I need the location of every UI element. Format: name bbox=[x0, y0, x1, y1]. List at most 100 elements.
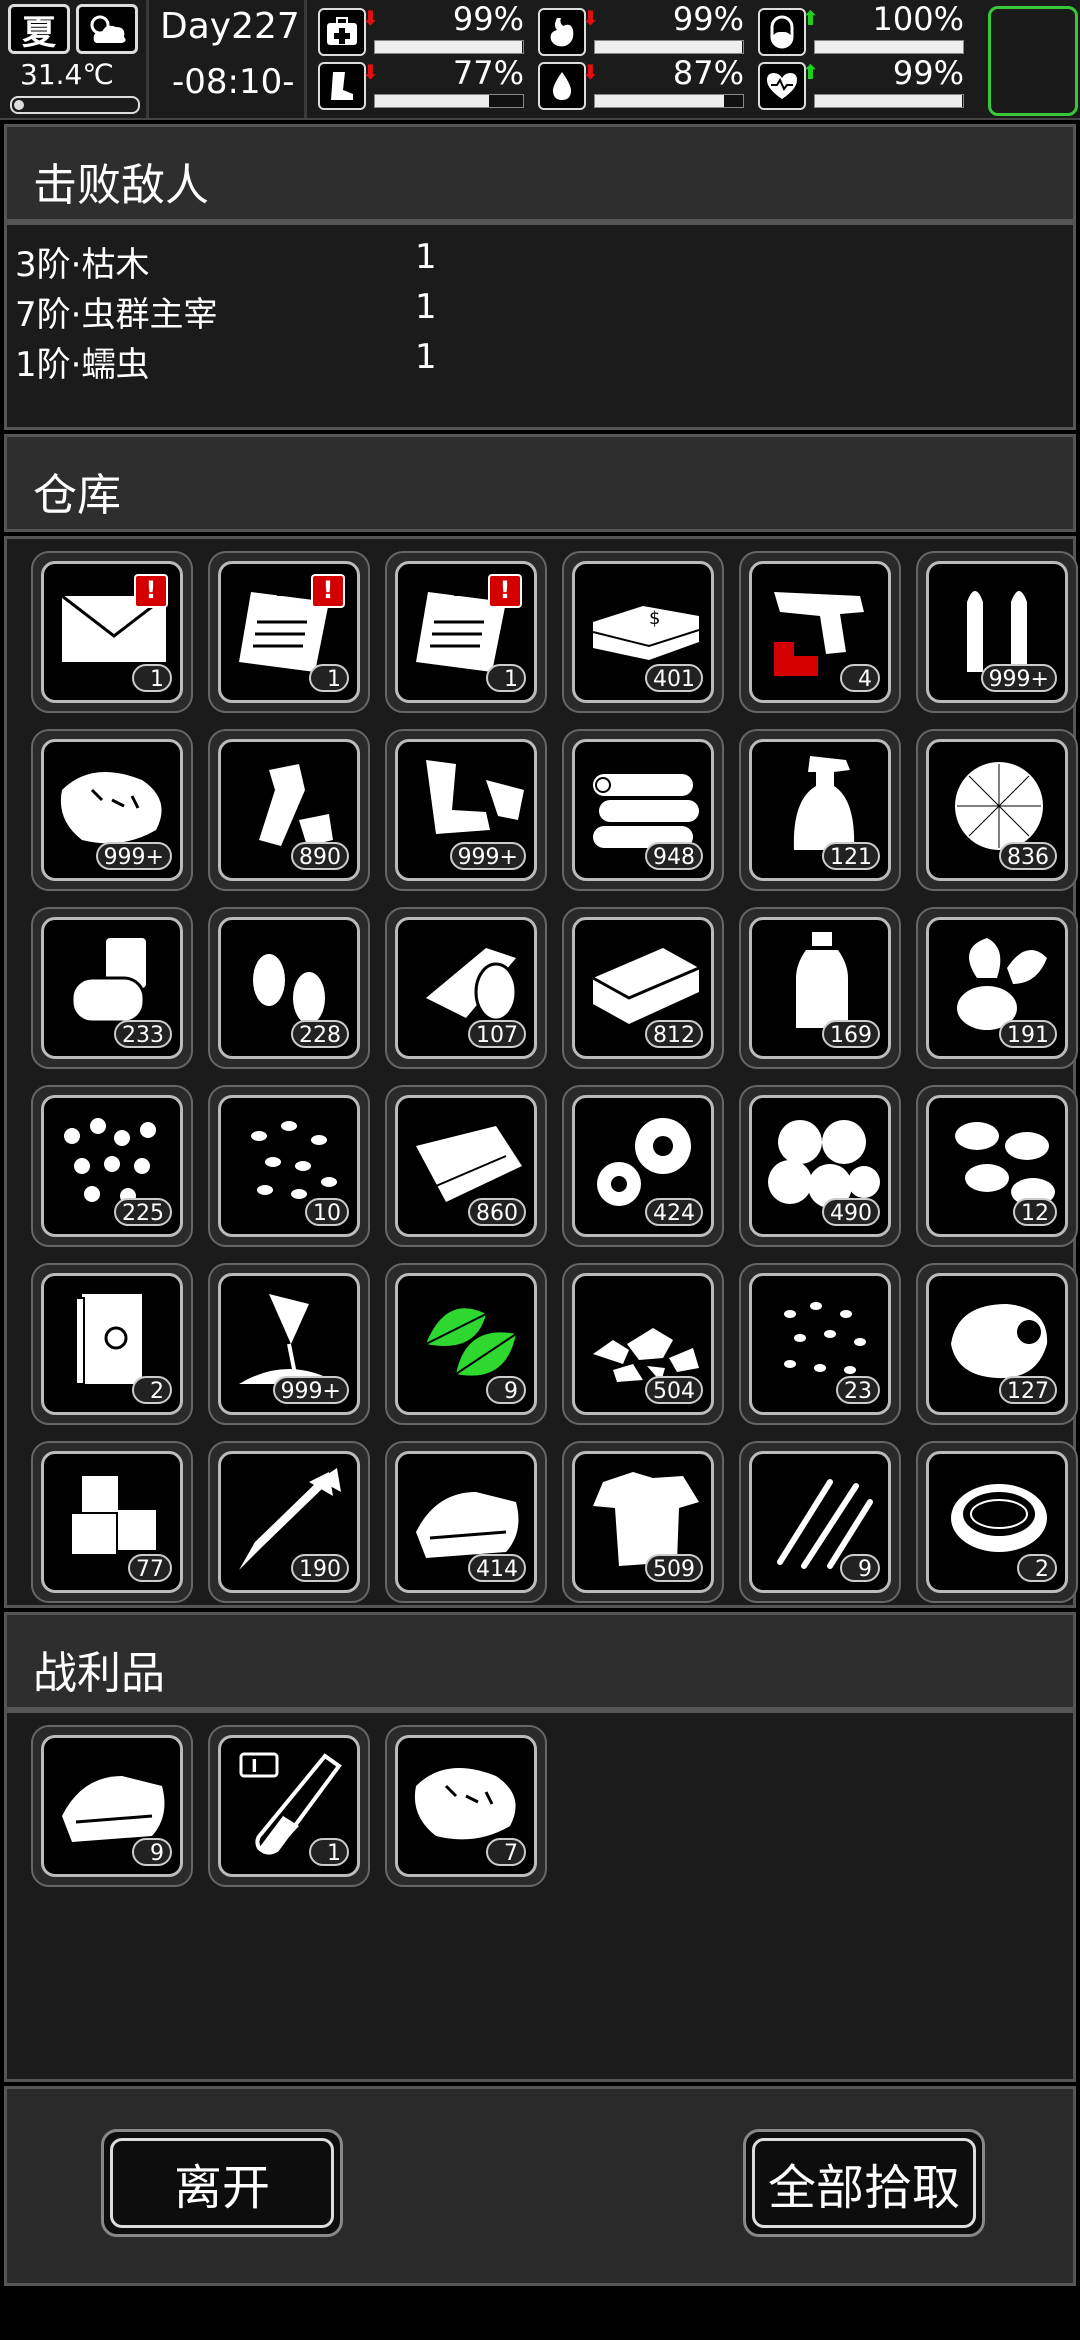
trend-down-icon: ⬇ bbox=[362, 6, 379, 30]
inventory-slot[interactable]: 225 bbox=[31, 1085, 193, 1247]
item-quantity: 999+ bbox=[980, 664, 1057, 692]
inventory-slot[interactable]: 77 bbox=[31, 1441, 193, 1603]
item-quantity: 424 bbox=[645, 1198, 703, 1226]
weather-icon bbox=[76, 4, 138, 54]
inventory-slot[interactable]: 1! bbox=[385, 551, 547, 713]
item-quantity: 401 bbox=[645, 664, 703, 692]
item-quantity: 107 bbox=[468, 1020, 526, 1048]
inventory-slot[interactable]: 414 bbox=[385, 1441, 547, 1603]
item-quantity: 999+ bbox=[272, 1376, 349, 1404]
stat-heart: ⬆ 99% bbox=[758, 54, 968, 110]
inventory-slot[interactable]: 4 bbox=[739, 551, 901, 713]
alert-badge-icon: ! bbox=[488, 574, 522, 608]
stomach-icon bbox=[538, 8, 586, 56]
item-quantity: 999+ bbox=[95, 842, 172, 870]
season-label: 夏 bbox=[22, 12, 56, 53]
item-quantity: 228 bbox=[291, 1020, 349, 1048]
minimap-button[interactable] bbox=[988, 6, 1078, 116]
svg-text:I: I bbox=[251, 1756, 258, 1777]
item-quantity: 2 bbox=[1017, 1554, 1057, 1582]
progress-bar bbox=[594, 94, 744, 108]
item-quantity: 77 bbox=[128, 1554, 172, 1582]
inventory-slot[interactable]: 233 bbox=[31, 907, 193, 1069]
inventory-slot[interactable]: 999+ bbox=[916, 551, 1078, 713]
warehouse-header: 仓库 bbox=[4, 434, 1076, 532]
item-quantity: 12 bbox=[1013, 1198, 1057, 1226]
progress-bar bbox=[374, 94, 524, 108]
inventory-slot[interactable]: 2 bbox=[31, 1263, 193, 1425]
enemy-row: 7阶·虫群主宰 1 bbox=[15, 287, 437, 335]
footer-bar: 离开 全部拾取 bbox=[4, 2086, 1076, 2286]
item-quantity: 9 bbox=[840, 1554, 880, 1582]
trend-up-icon: ⬆ bbox=[802, 6, 819, 30]
stat-health: ⬇ 99% bbox=[318, 0, 528, 56]
inventory-slot[interactable]: 490 bbox=[739, 1085, 901, 1247]
item-quantity: 191 bbox=[999, 1020, 1057, 1048]
inventory-slot[interactable]: 127 bbox=[916, 1263, 1078, 1425]
inventory-slot[interactable]: 999+ bbox=[31, 729, 193, 891]
thermometer-icon bbox=[10, 96, 140, 114]
inventory-slot[interactable]: 228 bbox=[208, 907, 370, 1069]
medkit-icon bbox=[318, 8, 366, 56]
take-all-button[interactable]: 全部拾取 bbox=[743, 2129, 985, 2237]
trend-down-icon: ⬇ bbox=[582, 6, 599, 30]
trend-up-icon: ⬆ bbox=[802, 60, 819, 84]
inventory-slot[interactable]: 23 bbox=[739, 1263, 901, 1425]
item-quantity: 948 bbox=[645, 842, 703, 870]
section-title: 击败敌人 bbox=[33, 160, 209, 211]
progress-bar bbox=[814, 40, 964, 54]
item-quantity: 9 bbox=[132, 1838, 172, 1866]
item-quantity: 1 bbox=[309, 1838, 349, 1866]
item-quantity: 860 bbox=[468, 1198, 526, 1226]
item-quantity: 7 bbox=[486, 1838, 526, 1866]
defeated-enemies-header: 击败敌人 bbox=[4, 124, 1076, 222]
inventory-slot[interactable]: 190 bbox=[208, 1441, 370, 1603]
item-quantity: 1 bbox=[132, 664, 172, 692]
item-quantity: 812 bbox=[645, 1020, 703, 1048]
item-quantity: 190 bbox=[291, 1554, 349, 1582]
inventory-slot[interactable]: 10 bbox=[208, 1085, 370, 1247]
leave-button[interactable]: 离开 bbox=[101, 2129, 343, 2237]
item-quantity: 414 bbox=[468, 1554, 526, 1582]
inventory-slot[interactable]: 121 bbox=[739, 729, 901, 891]
inventory-slot[interactable]: 9 bbox=[385, 1263, 547, 1425]
inventory-slot[interactable]: 9 bbox=[31, 1725, 193, 1887]
trend-down-icon: ⬇ bbox=[582, 60, 599, 84]
item-quantity: 504 bbox=[645, 1376, 703, 1404]
inventory-slot[interactable]: 999+ bbox=[385, 729, 547, 891]
enemy-row: 1阶·蠕虫 1 bbox=[15, 337, 437, 385]
alert-badge-icon: ! bbox=[311, 574, 345, 608]
inventory-slot[interactable]: 812 bbox=[562, 907, 724, 1069]
item-quantity: 169 bbox=[822, 1020, 880, 1048]
item-quantity: 4 bbox=[840, 664, 880, 692]
inventory-slot[interactable]: 191 bbox=[916, 907, 1078, 1069]
inventory-slot[interactable]: 509 bbox=[562, 1441, 724, 1603]
item-quantity: 10 bbox=[305, 1198, 349, 1226]
inventory-slot[interactable]: 7 bbox=[385, 1725, 547, 1887]
loot-grid[interactable]: 9I17 bbox=[4, 1710, 1076, 2082]
inventory-slot[interactable]: 1! bbox=[31, 551, 193, 713]
inventory-slot[interactable]: 1! bbox=[208, 551, 370, 713]
season-indicator: 夏 bbox=[8, 4, 70, 54]
inventory-slot[interactable]: 836 bbox=[916, 729, 1078, 891]
stat-mood: ⬆ 100% bbox=[758, 0, 968, 56]
inventory-slot[interactable]: 9 bbox=[739, 1441, 901, 1603]
warehouse-grid[interactable]: 1! 1! 1! $401 4 999+ 999+ 890 999+ 948 121 836 233 22… bbox=[4, 536, 1078, 1608]
clock-time: -08:10- bbox=[172, 62, 295, 102]
inventory-slot[interactable]: 504 bbox=[562, 1263, 724, 1425]
inventory-slot[interactable]: 948 bbox=[562, 729, 724, 891]
inventory-slot[interactable]: I1 bbox=[208, 1725, 370, 1887]
inventory-slot[interactable]: 890 bbox=[208, 729, 370, 891]
inventory-slot[interactable]: 2 bbox=[916, 1441, 1078, 1603]
inventory-slot[interactable]: $401 bbox=[562, 551, 724, 713]
item-quantity: 121 bbox=[822, 842, 880, 870]
inventory-slot[interactable]: 999+ bbox=[208, 1263, 370, 1425]
inventory-slot[interactable]: 107 bbox=[385, 907, 547, 1069]
inventory-slot[interactable]: 860 bbox=[385, 1085, 547, 1247]
trend-down-icon: ⬇ bbox=[362, 60, 379, 84]
inventory-slot[interactable]: 12 bbox=[916, 1085, 1078, 1247]
pill-icon bbox=[758, 8, 806, 56]
inventory-slot[interactable]: 169 bbox=[739, 907, 901, 1069]
inventory-slot[interactable]: 424 bbox=[562, 1085, 724, 1247]
day-counter: Day227 bbox=[160, 6, 300, 47]
